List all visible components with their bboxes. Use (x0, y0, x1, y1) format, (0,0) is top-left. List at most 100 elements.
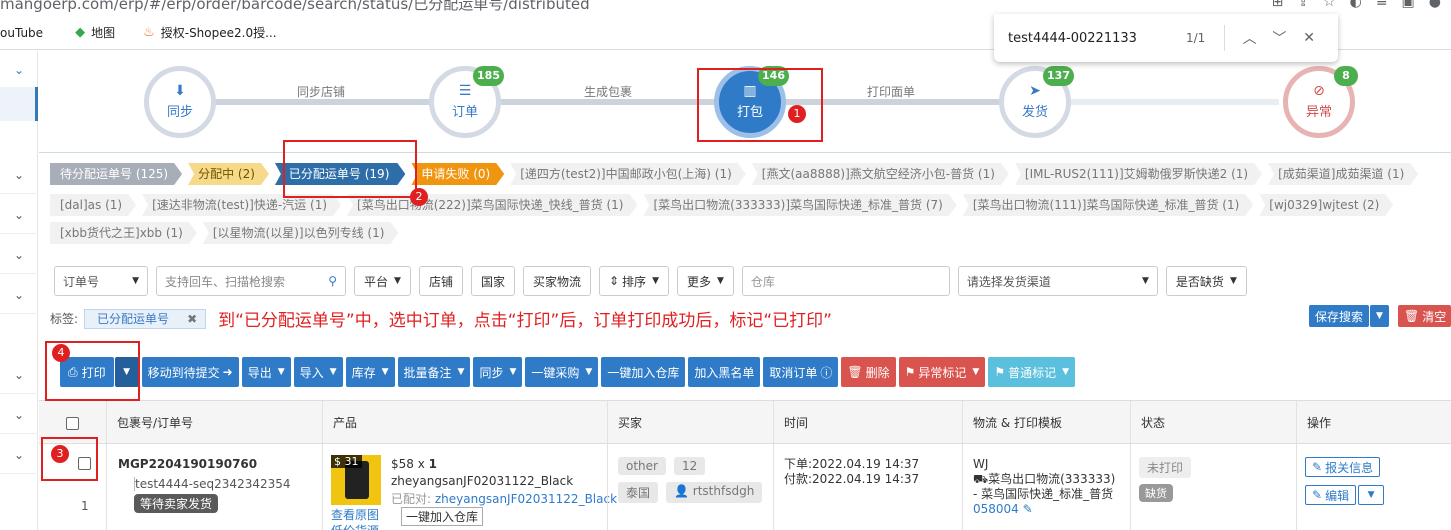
delete-button[interactable]: 🗑 删除 (841, 357, 896, 387)
save-search-caret[interactable]: ▼ (1370, 305, 1389, 327)
label-row: 标签: 已分配运单号 ✖ 到“已分配运单号”中，选中订单，点击“打印”后，订单打… (50, 306, 832, 331)
workflow-step-ship[interactable]: ➤ 发货 137 (999, 66, 1074, 138)
country-button[interactable]: 国家 (470, 266, 515, 296)
cancel-order-button[interactable]: 取消订单 ⓘ (763, 357, 839, 387)
translate-icon[interactable]: ⊞ (1272, 0, 1284, 10)
chevron-down-icon: ⌄ (13, 247, 25, 262)
sync-button[interactable]: 同步 ▼ (473, 357, 523, 387)
one-click-purchase-button[interactable]: 一键采购 ▼ (525, 357, 599, 387)
find-next-icon[interactable]: ﹀ (1265, 28, 1295, 48)
inventory-button[interactable]: 库存 ▼ (345, 357, 395, 387)
row-checkbox[interactable] (78, 457, 91, 470)
normal-mark-button[interactable]: ⚑ 普通标记 ▼ (988, 357, 1076, 387)
edit-icon[interactable]: ✎ (1023, 502, 1033, 516)
stock-short-dropdown[interactable]: 是否缺货 ▼ (1165, 266, 1247, 296)
edit-button[interactable]: ✎ 编辑 (1305, 485, 1357, 505)
step-label: 订单 (451, 105, 478, 120)
paired-sku-link[interactable]: zheyangsanJF02031122_Black (435, 492, 617, 506)
channel-tag[interactable]: [菜鸟出口物流(111)]菜鸟国际快递_标准_普货 (1) (963, 194, 1253, 216)
add-to-warehouse-button[interactable]: 一键加入仓库 (601, 357, 686, 387)
table-row: 1 MGP2204190190760 test4444-seq234234235… (39, 444, 1451, 530)
label-chip[interactable]: 已分配运单号 ✖ (84, 308, 207, 329)
workflow-step-sync[interactable]: ⬇ 同步 (144, 66, 216, 138)
print-button[interactable]: ⎙ 打印 (60, 357, 114, 387)
chevron-down-icon: ⌄ (13, 167, 25, 182)
tab-pending-waybill[interactable]: 待分配运单号 (125) (50, 163, 182, 185)
buyer-logistics-button[interactable]: 买家物流 (522, 266, 591, 296)
channel-tag[interactable]: [IML-RUS2(111)]艾姆勒俄罗斯快递2 (1) (1015, 163, 1262, 185)
batch-note-button[interactable]: 批量备注 ▼ (397, 357, 471, 387)
tab-allocating[interactable]: 分配中 (2) (188, 163, 269, 185)
profile-icon[interactable]: ● (1429, 0, 1441, 10)
channel-tag[interactable]: [以星物流(以星)]以色列专线 (1) (203, 222, 399, 244)
sidebar-item-4[interactable]: ⌄ (0, 236, 38, 274)
tab-allocated-waybill[interactable]: 已分配运单号 (19) (275, 163, 405, 185)
channel-tag[interactable]: [燕文(aa8888)]燕文航空经济小包-普货 (1) (752, 163, 1009, 185)
share-icon[interactable]: ⇪ (1297, 0, 1309, 10)
find-input[interactable] (1008, 30, 1168, 46)
caret-down-icon: ▼ (277, 367, 285, 377)
edit-caret[interactable]: ▼ (1358, 485, 1385, 505)
search-input[interactable]: 支持回车、扫描枪搜索 ⚲ (156, 266, 346, 296)
extension-icon[interactable]: ◐ (1350, 0, 1362, 10)
workflow-step-orders[interactable]: ☰ 订单 185 (429, 66, 504, 138)
move-to-pending-button[interactable]: 移动到待提交 ➜ (141, 357, 239, 387)
channel-tag[interactable]: [wj0329]wjtest (2) (1259, 194, 1393, 216)
sidebar-item-7[interactable]: ⌄ (0, 396, 38, 434)
channel-tag[interactable]: [菜鸟出口物流(333333)]菜鸟国际快递_标准_普货 (7) (643, 194, 956, 216)
sidebar-item-8[interactable]: ⌄ (0, 436, 38, 474)
sort-dropdown[interactable]: ⇕ 排序 ▼ (598, 266, 669, 296)
workflow-step-exception[interactable]: ⊘ 异常 8 (1283, 66, 1358, 138)
sidebar-item-1[interactable]: ⌄ (0, 51, 38, 89)
channel-tag[interactable]: [递四方(test2)]中国邮政小包(上海) (1) (510, 163, 746, 185)
workflow-step-pack[interactable]: ▥ 打包 146 (714, 66, 789, 138)
warehouse-select[interactable]: 仓库 (741, 266, 950, 296)
add-to-warehouse-small-button[interactable]: 一键加入仓库 (401, 507, 484, 526)
export-button[interactable]: 导出 ▼ (241, 357, 291, 387)
sidebar-item-5[interactable]: ⌄ (0, 276, 38, 314)
sidebar-item-active[interactable] (0, 87, 38, 121)
exception-mark-button[interactable]: ⚑ 异常标记 ▼ (898, 357, 986, 387)
close-icon[interactable]: ✖ (187, 312, 197, 326)
url-text[interactable]: mangoerp.com/erp/#/erp/order/barcode/sea… (0, 0, 590, 14)
platform-dropdown[interactable]: 平台 ▼ (354, 266, 411, 296)
save-search-button[interactable]: 保存搜索 (1309, 305, 1370, 327)
tab-apply-failed[interactable]: 申请失败 (0) (411, 163, 504, 185)
channel-select[interactable]: 请选择发货渠道 ▼ (957, 266, 1158, 296)
bookmark-maps[interactable]: ◆ 地图 (75, 24, 115, 41)
blacklist-button[interactable]: 加入黑名单 (688, 357, 761, 387)
tracking-link[interactable]: 058004 (973, 502, 1019, 516)
select-all-checkbox[interactable] (66, 416, 79, 430)
tab-icon[interactable]: ▣ (1402, 0, 1415, 10)
order-number[interactable]: test4444-seq2342342354 (134, 477, 322, 491)
customs-info-button[interactable]: ✎ 报关信息 (1305, 457, 1381, 477)
bookmark-youtube[interactable]: ouTube (0, 26, 43, 40)
channel-tag[interactable]: [菜鸟出口物流(222)]菜鸟国际快递_快线_普货 (1) (347, 194, 637, 216)
logistics-cell: WJ ⛟菜鸟出口物流(333333) - 菜鸟国际快递_标准_普货 058004… (962, 444, 1130, 530)
annotation-circle-3: 3 (51, 445, 69, 463)
step-badge: 137 (1043, 66, 1074, 86)
star-icon[interactable]: ☆ (1323, 0, 1336, 10)
sidebar-item-6[interactable]: ⌄ (0, 356, 38, 394)
search-icon[interactable]: ⚲ (328, 274, 337, 288)
channel-tag[interactable]: [成茹渠道]成茹渠道 (1) (1268, 163, 1418, 185)
sidebar-item-2[interactable]: ⌄ (0, 156, 38, 194)
find-prev-icon[interactable]: ︿ (1235, 28, 1265, 48)
channel-tag[interactable]: [速达非物流(test)]快递-汽运 (1) (142, 194, 341, 216)
channel-tag[interactable]: [xbb货代之王]xbb (1) (50, 222, 197, 244)
print-caret[interactable]: ▼ (114, 357, 139, 387)
bookmark-shopee[interactable]: ♨ 授权-Shopee2.0授... (143, 24, 276, 41)
more-dropdown[interactable]: 更多 ▼ (676, 266, 734, 296)
package-number[interactable]: MGP2204190190760 (118, 457, 322, 471)
menu-icon[interactable]: ≡ (1376, 0, 1388, 10)
view-image-link[interactable]: 查看原图 (331, 506, 379, 523)
find-close-icon[interactable]: ✕ (1294, 30, 1324, 46)
sidebar-item-3[interactable]: ⌄ (0, 196, 38, 234)
order-type-select[interactable]: 订单号 ▼ (54, 266, 148, 296)
clear-button[interactable]: 🗑 清空 (1398, 305, 1451, 327)
import-button[interactable]: 导入 ▼ (293, 357, 343, 387)
shop-button[interactable]: 店铺 (418, 266, 463, 296)
low-price-link[interactable]: 低价货源 (331, 522, 379, 530)
channel-tag[interactable]: [dal]as (1) (50, 194, 136, 216)
product-image[interactable]: $ 31 (331, 455, 381, 505)
